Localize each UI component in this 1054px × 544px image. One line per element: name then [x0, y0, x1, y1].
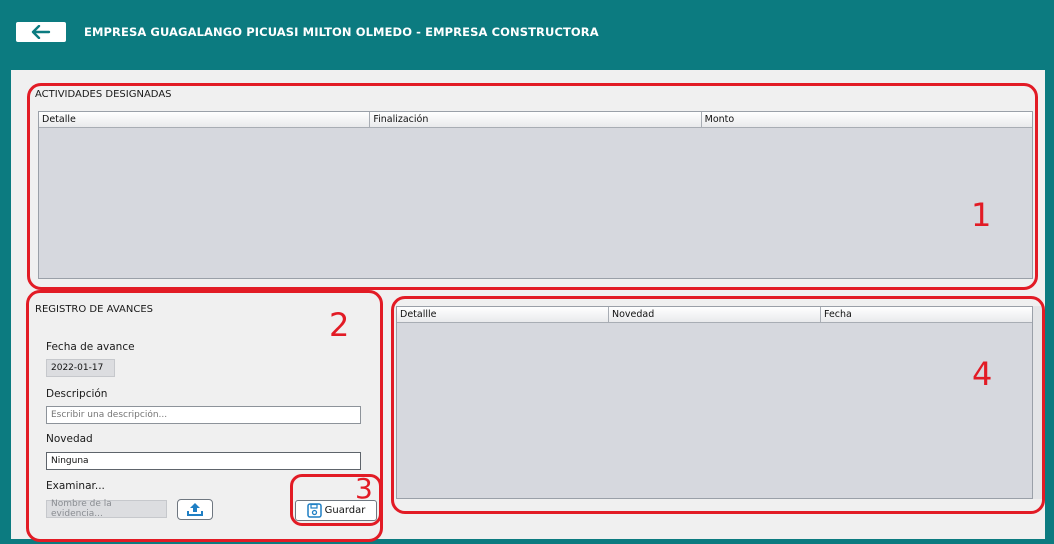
column-header-fecha[interactable]: Fecha: [821, 307, 1032, 322]
app-header: EMPRESA GUAGALANGO PICUASI MILTON OLMEDO…: [0, 0, 1054, 62]
novelty-input[interactable]: Ninguna: [46, 452, 361, 470]
floppy-disk-icon: [306, 503, 322, 518]
browse-label: Examinar...: [46, 480, 105, 492]
progress-table-header: Detallle Novedad Fecha: [397, 307, 1032, 323]
table-side-gutter: [1033, 306, 1045, 499]
arrow-left-icon: [31, 25, 51, 39]
activities-table-header: Detalle Finalización Monto: [39, 112, 1032, 128]
progress-table[interactable]: Detallle Novedad Fecha: [396, 306, 1033, 499]
column-header-detalle[interactable]: Detallle: [397, 307, 609, 322]
page-title: EMPRESA GUAGALANGO PICUASI MILTON OLMEDO…: [84, 25, 599, 39]
main-panel: ACTIVIDADES DESIGNADAS Detalle Finalizac…: [11, 70, 1045, 539]
column-header-novedad[interactable]: Novedad: [609, 307, 821, 322]
evidence-name-field: Nombre de la evidencia...: [46, 499, 167, 519]
column-header-detalle[interactable]: Detalle: [39, 112, 371, 127]
upload-icon: [187, 503, 203, 516]
back-button[interactable]: [16, 22, 66, 42]
progress-section-title: REGISTRO DE AVANCES: [35, 304, 153, 315]
save-button[interactable]: Guardar: [295, 500, 377, 521]
description-input[interactable]: [46, 406, 361, 424]
upload-evidence-button[interactable]: [177, 499, 213, 520]
date-label: Fecha de avance: [46, 341, 135, 353]
column-header-monto[interactable]: Monto: [702, 112, 1032, 127]
save-button-label: Guardar: [324, 505, 366, 516]
activities-table[interactable]: Detalle Finalización Monto: [38, 111, 1033, 279]
date-field[interactable]: 2022-01-17: [46, 359, 115, 377]
activities-section-title: ACTIVIDADES DESIGNADAS: [35, 89, 172, 100]
column-header-finalizacion[interactable]: Finalización: [370, 112, 702, 127]
novelty-label: Novedad: [46, 433, 93, 445]
description-label: Descripción: [46, 388, 108, 400]
